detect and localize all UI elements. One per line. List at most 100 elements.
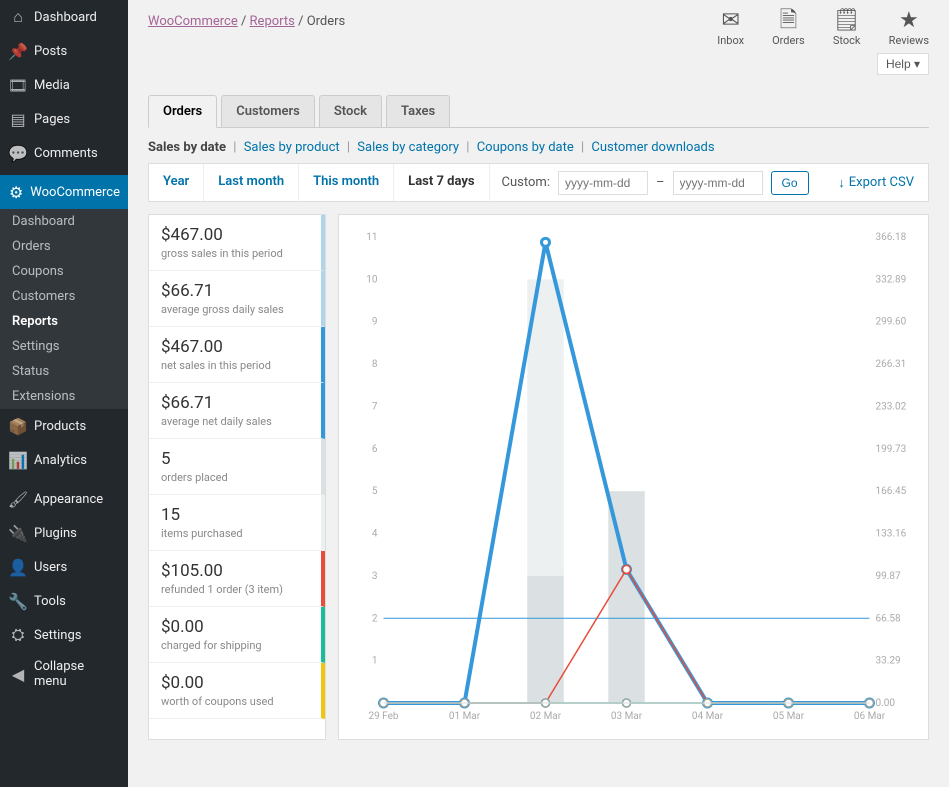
stats-sidebar: $467.00gross sales in this period$66.71a… <box>148 214 326 740</box>
sidebar-sub-orders[interactable]: Orders <box>0 234 128 259</box>
sidebar-sub-reports[interactable]: Reports <box>0 309 128 334</box>
tools-icon: 🔧 <box>8 591 28 611</box>
sidebar-item-users[interactable]: 👤Users <box>0 550 128 584</box>
sidebar-sub-status[interactable]: Status <box>0 359 128 384</box>
svg-text:04 Mar: 04 Mar <box>692 711 724 722</box>
tab-customers[interactable]: Customers <box>221 95 315 127</box>
stat-orders-placed[interactable]: 5orders placed <box>149 439 325 495</box>
filter-last-month[interactable]: Last month <box>204 164 299 201</box>
subnav-sales-by-category[interactable]: Sales by category <box>357 140 459 155</box>
tab-orders[interactable]: Orders <box>148 95 217 128</box>
date-to-input[interactable] <box>673 171 763 195</box>
sidebar-sub-coupons[interactable]: Coupons <box>0 259 128 284</box>
sidebar-item-appearance[interactable]: 🖌Appearance <box>0 482 128 516</box>
sidebar-item-woocommerce[interactable]: ⚙WooCommerce <box>0 175 128 209</box>
stat-average-net-daily-sales[interactable]: $66.71average net daily sales <box>149 383 325 439</box>
date-dash: – <box>656 175 665 190</box>
svg-text:5: 5 <box>372 486 378 497</box>
svg-text:99.87: 99.87 <box>876 571 901 582</box>
go-button[interactable]: Go <box>771 171 809 195</box>
subnav-active: Sales by date <box>148 140 226 155</box>
svg-text:7: 7 <box>372 401 378 412</box>
sidebar-item-products[interactable]: 📦Products <box>0 409 128 443</box>
subnav-customer-downloads[interactable]: Customer downloads <box>591 140 714 155</box>
filter-last-7-days[interactable]: Last 7 days <box>394 164 489 201</box>
sidebar-sub-customers[interactable]: Customers <box>0 284 128 309</box>
stat-net-sales-in-this-period[interactable]: $467.00net sales in this period <box>149 327 325 383</box>
svg-text:02 Mar: 02 Mar <box>530 711 562 722</box>
sidebar-item-collapse-menu[interactable]: ◀Collapse menu <box>0 652 128 696</box>
plugins-icon: 🔌 <box>8 523 28 543</box>
header-stock-icon[interactable]: 🗒Stock <box>833 10 861 47</box>
svg-text:8: 8 <box>372 359 378 370</box>
svg-text:233.02: 233.02 <box>876 401 907 412</box>
svg-text:266.31: 266.31 <box>876 359 907 370</box>
svg-text:9: 9 <box>372 317 378 328</box>
filter-year[interactable]: Year <box>149 164 204 201</box>
stat-worth-of-coupons-used[interactable]: $0.00worth of coupons used <box>149 663 325 719</box>
svg-text:332.89: 332.89 <box>876 274 907 285</box>
custom-date-range: Custom: – Go <box>490 164 821 201</box>
header-inbox-icon[interactable]: ✉Inbox <box>717 10 744 47</box>
admin-sidebar: ⌂Dashboard📌Posts🎞Media▤Pages💬Comments ⚙Wo… <box>0 0 128 787</box>
svg-text:03 Mar: 03 Mar <box>611 711 643 722</box>
sidebar-sub-dashboard[interactable]: Dashboard <box>0 209 128 234</box>
svg-text:29 Feb: 29 Feb <box>368 711 398 722</box>
stat-charged-for-shipping[interactable]: $0.00charged for shipping <box>149 607 325 663</box>
svg-text:33.29: 33.29 <box>876 656 901 667</box>
stat-gross-sales-in-this-period[interactable]: $467.00gross sales in this period <box>149 215 325 271</box>
breadcrumb-woocommerce[interactable]: WooCommerce <box>148 14 238 29</box>
sidebar-item-dashboard[interactable]: ⌂Dashboard <box>0 0 128 34</box>
breadcrumb: WooCommerce / Reports / Orders <box>148 10 345 29</box>
svg-text:1: 1 <box>372 656 378 667</box>
sidebar-item-comments[interactable]: 💬Comments <box>0 136 128 170</box>
header-orders-icon[interactable]: 🗎Orders <box>772 10 805 47</box>
help-button[interactable]: Help ▾ <box>877 53 929 75</box>
sidebar-sub-settings[interactable]: Settings <box>0 334 128 359</box>
pages-icon: ▤ <box>8 109 28 129</box>
sidebar-item-plugins[interactable]: 🔌Plugins <box>0 516 128 550</box>
breadcrumb-reports[interactable]: Reports <box>250 14 295 29</box>
filter-this-month[interactable]: This month <box>299 164 394 201</box>
stat-average-gross-daily-sales[interactable]: $66.71average gross daily sales <box>149 271 325 327</box>
svg-text:199.73: 199.73 <box>876 444 907 455</box>
posts-icon: 📌 <box>8 41 28 61</box>
tab-taxes[interactable]: Taxes <box>386 95 450 127</box>
date-from-input[interactable] <box>558 171 648 195</box>
header-icons: ✉Inbox 🗎Orders 🗒Stock ★Reviews <box>717 10 929 47</box>
main-content: WooCommerce / Reports / Orders ✉Inbox 🗎Or… <box>128 0 949 787</box>
stat-refunded-1-order-(3-item)[interactable]: $105.00refunded 1 order (3 item) <box>149 551 325 607</box>
sidebar-sub-extensions[interactable]: Extensions <box>0 384 128 409</box>
sidebar-item-media[interactable]: 🎞Media <box>0 68 128 102</box>
sidebar-item-posts[interactable]: 📌Posts <box>0 34 128 68</box>
report-subnav: Sales by date | Sales by product | Sales… <box>128 128 949 163</box>
svg-text:11: 11 <box>366 232 377 243</box>
chart-container: 12345678910110.0033.2966.5899.87133.1616… <box>338 214 929 740</box>
breadcrumb-current: Orders <box>307 14 346 29</box>
custom-label: Custom: <box>502 175 550 190</box>
subnav-sales-by-product[interactable]: Sales by product <box>244 140 340 155</box>
sidebar-item-settings[interactable]: ⛭Settings <box>0 618 128 652</box>
products-icon: 📦 <box>8 416 28 436</box>
tab-stock[interactable]: Stock <box>319 95 382 127</box>
svg-text:133.16: 133.16 <box>876 529 907 540</box>
report-tabs: OrdersCustomersStockTaxes <box>148 95 929 128</box>
subnav-coupons-by-date[interactable]: Coupons by date <box>477 140 574 155</box>
svg-text:66.58: 66.58 <box>876 613 901 624</box>
svg-text:05 Mar: 05 Mar <box>773 711 805 722</box>
media-icon: 🎞 <box>8 75 28 95</box>
settings-icon: ⛭ <box>8 625 28 645</box>
svg-text:0.00: 0.00 <box>876 698 896 709</box>
svg-text:4: 4 <box>372 529 378 540</box>
sidebar-item-analytics[interactable]: 📊Analytics <box>0 443 128 477</box>
stat-items-purchased[interactable]: 15items purchased <box>149 495 325 551</box>
export-csv[interactable]: ↓ Export CSV <box>824 164 928 201</box>
date-filter-bar: YearLast monthThis monthLast 7 days Cust… <box>148 163 929 202</box>
svg-text:06 Mar: 06 Mar <box>854 711 886 722</box>
sidebar-item-pages[interactable]: ▤Pages <box>0 102 128 136</box>
users-icon: 👤 <box>8 557 28 577</box>
sidebar-item-tools[interactable]: 🔧Tools <box>0 584 128 618</box>
comments-icon: 💬 <box>8 143 28 163</box>
header-reviews-icon[interactable]: ★Reviews <box>889 10 929 47</box>
collapse menu-icon: ◀ <box>8 664 28 684</box>
